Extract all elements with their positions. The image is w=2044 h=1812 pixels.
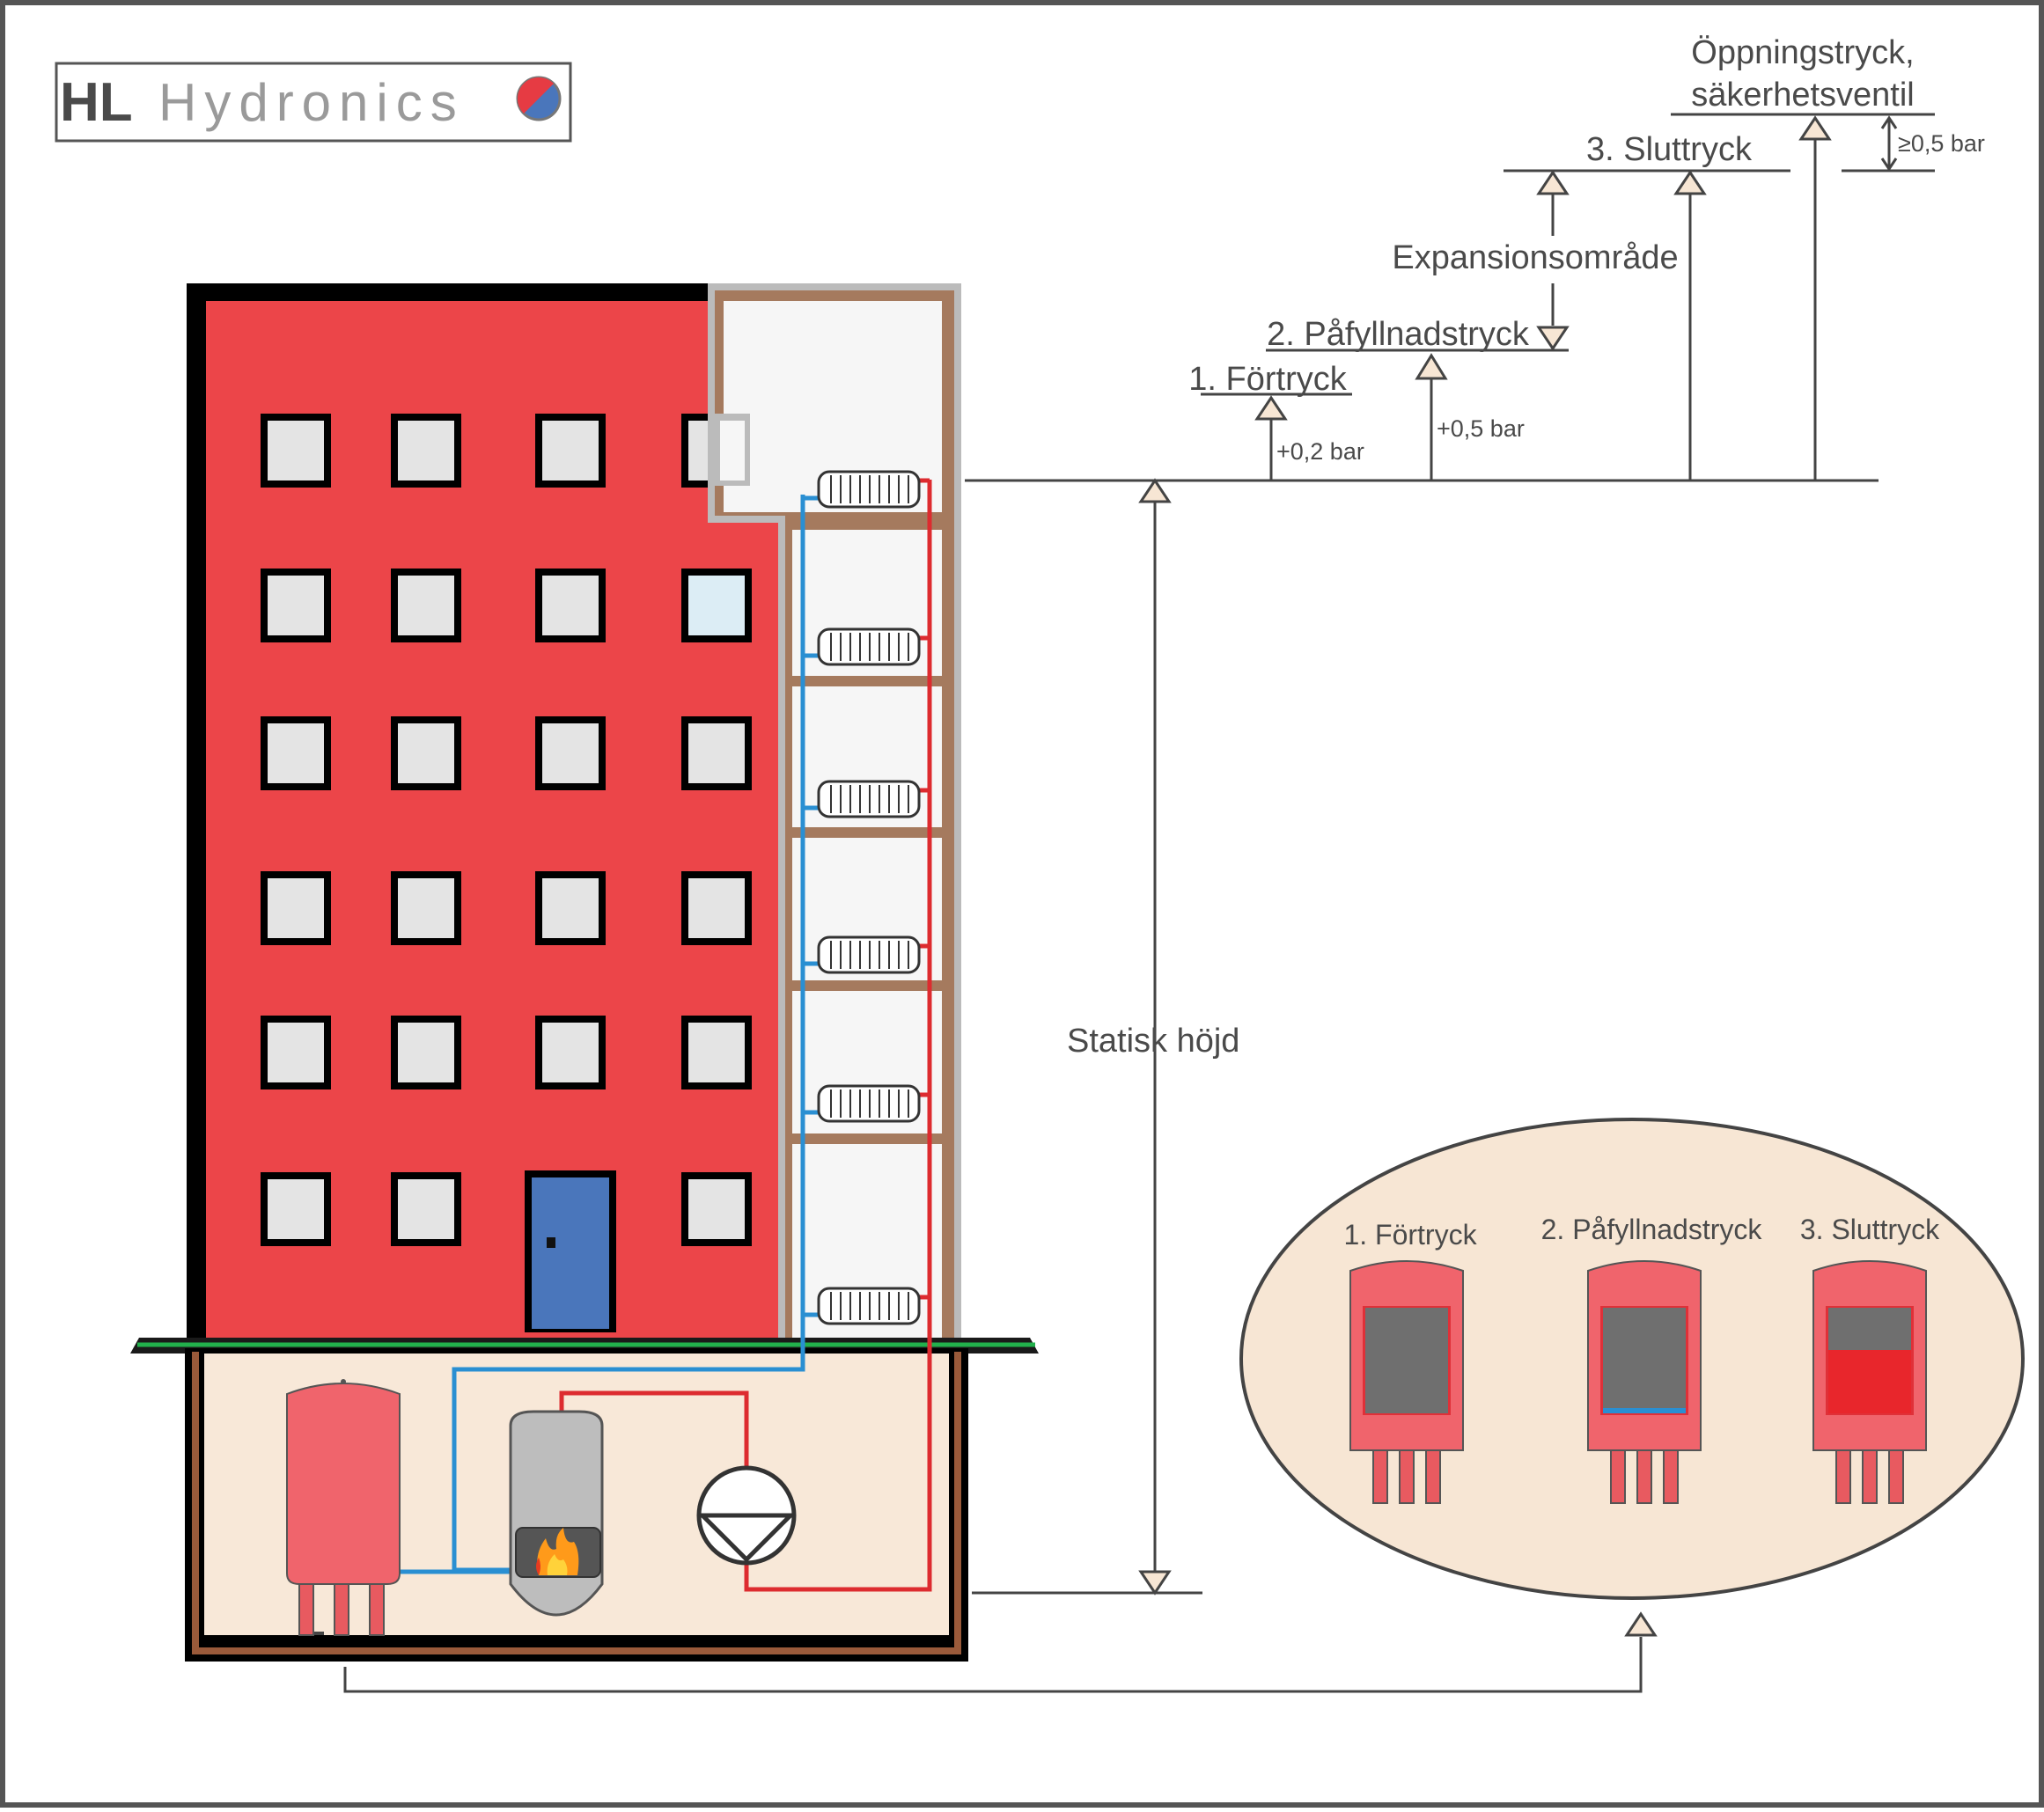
floor-slab	[785, 980, 942, 991]
entrance-door	[525, 1170, 616, 1332]
window	[261, 716, 331, 790]
final-pressure-label: 3. Sluttryck	[1586, 131, 1753, 168]
delta-fill-label: +0,5 bar	[1437, 415, 1525, 442]
window	[681, 1172, 752, 1246]
radiator	[817, 627, 921, 666]
window	[261, 871, 331, 945]
window	[535, 414, 606, 488]
boiler	[509, 1410, 604, 1617]
vessel-pre-pressure-label: 1. Förtryck	[1343, 1219, 1477, 1251]
building	[187, 283, 785, 1339]
vessel-final-pressure-label: 3. Sluttryck	[1800, 1214, 1940, 1245]
expansion-vessel	[286, 1379, 401, 1636]
window	[261, 1016, 331, 1089]
logo-name: Hydronics	[158, 73, 465, 132]
window	[391, 1016, 461, 1089]
opening-pressure-label-line2: säkerhetsventil	[1691, 77, 1914, 114]
water-level	[1828, 1350, 1911, 1413]
floor-slab	[785, 516, 942, 526]
window	[535, 871, 606, 945]
logo-emblem-icon	[516, 76, 562, 121]
diagram-stage: HL Hydronics Statisk höjd Öppningstryck,…	[0, 0, 2044, 1808]
window	[391, 1172, 461, 1246]
delta-safety-label: ≥0,5 bar	[1898, 130, 1985, 157]
window	[681, 1016, 752, 1089]
radiator	[817, 1084, 921, 1123]
delta-pre-label: +0,2 bar	[1276, 438, 1364, 465]
radiator	[817, 470, 921, 509]
window	[261, 569, 331, 642]
window	[535, 716, 606, 790]
window	[535, 1016, 606, 1089]
vessel-states	[1349, 1260, 1927, 1504]
window	[681, 569, 752, 642]
opening-pressure-label-line1: Öppningstryck,	[1691, 34, 1914, 71]
radiator	[817, 1287, 921, 1325]
radiator	[817, 780, 921, 818]
pre-pressure-label: 1. Förtryck	[1188, 361, 1347, 398]
window	[391, 569, 461, 642]
floor-slab	[785, 676, 942, 686]
fill-pressure-label: 2. Påfyllnadstryck	[1267, 316, 1530, 353]
expansion-range-label: Expansionsområde	[1392, 239, 1678, 276]
window	[391, 414, 461, 488]
door-handle	[547, 1237, 555, 1248]
window	[535, 569, 606, 642]
window	[681, 716, 752, 790]
expansion-vessel-diagram: HL Hydronics Statisk höjd Öppningstryck,…	[0, 0, 2044, 1808]
window	[391, 716, 461, 790]
logo-brand: HL	[60, 72, 133, 133]
radiator	[817, 935, 921, 974]
window	[261, 1172, 331, 1246]
circulation-pump	[696, 1465, 797, 1566]
vessel-fill-pressure-label: 2. Påfyllnadstryck	[1541, 1214, 1763, 1245]
floor-slab	[785, 827, 942, 838]
logo: HL Hydronics	[55, 62, 572, 143]
window	[261, 414, 331, 488]
static-height-label: Statisk höjd	[1067, 1023, 1239, 1060]
window	[391, 871, 461, 945]
water-level	[1603, 1408, 1686, 1413]
floor-slab	[785, 1133, 942, 1144]
window	[681, 871, 752, 945]
